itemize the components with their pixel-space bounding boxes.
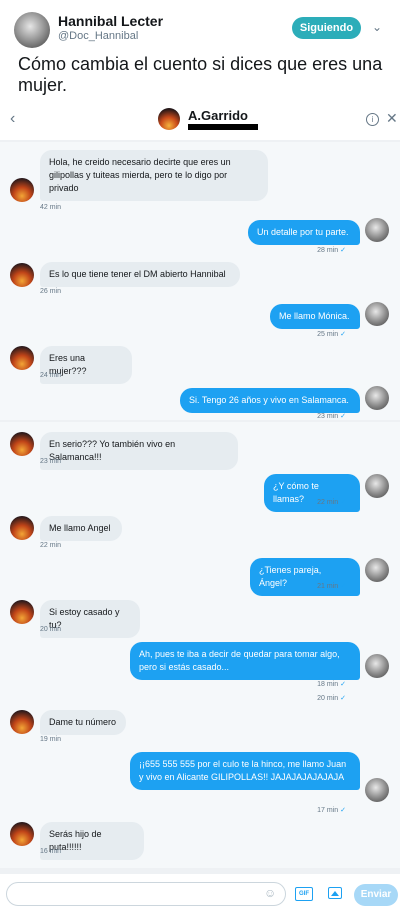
message-input[interactable] [6,882,286,906]
gif-button[interactable]: GIF [295,887,313,901]
message-timestamp: 23 min [317,413,339,420]
message-timestamp: 21 min [317,583,339,590]
message-timestamp: 16 min [40,848,62,855]
send-button[interactable]: Enviar [354,884,398,906]
message-bubble-incoming: Dame tu número [40,710,126,735]
message-timestamp: 26 min [40,288,62,295]
contact-avatar [10,346,34,370]
contact-avatar [10,178,34,202]
user-avatar [365,386,389,410]
user-avatar [365,778,389,802]
dm-header: ‹ A.Garrido i ✕ [0,100,400,140]
check-icon: ✓ [340,695,346,702]
contact-avatar [10,432,34,456]
following-button[interactable]: Siguiendo [292,17,361,39]
chevron-down-icon[interactable]: ⌄ [372,20,382,34]
image-icon[interactable] [328,887,342,899]
message-bubble-outgoing: Ah, pues te iba a decir de quedar para t… [130,642,360,680]
message-timestamp: 17 min [317,807,339,814]
info-icon[interactable]: i [366,113,379,126]
message-bubble-outgoing: Me llamo Mónica. [270,304,360,329]
message-bubble-outgoing: Un detalle por tu parte. [248,220,360,245]
message-bubble-outgoing: ¿Tienes pareja, Ángel? [250,558,360,596]
back-icon[interactable]: ‹ [10,110,15,128]
user-avatar [365,302,389,326]
author-avatar[interactable] [14,12,50,48]
message-bubble-incoming: Hola, he creido necesario decirte que er… [40,150,268,201]
message-timestamp: 42 min [40,204,62,211]
contact-avatar [10,822,34,846]
message-timestamp: 19 min [40,736,62,743]
check-icon: ✓ [340,331,346,338]
message-timestamp: 25 min [317,331,339,338]
contact-name[interactable]: A.Garrido [188,108,248,123]
message-timestamp: 20 min [40,626,62,633]
user-avatar [365,474,389,498]
check-icon: ✓ [340,499,346,506]
contact-avatar [10,263,34,287]
contact-avatar[interactable] [158,108,180,130]
emoji-icon[interactable]: ☺ [264,886,276,900]
message-bubble-incoming: Me llamo Angel [40,516,122,541]
check-icon: ✓ [340,807,346,814]
message-bubble-outgoing: ¡¡655 555 555 por el culo te la hinco, m… [130,752,360,790]
message-timestamp: 22 min [40,542,62,549]
message-bubble-incoming: En serio??? Yo también vivo en Salamanca… [40,432,238,470]
message-timestamp: 20 min [317,695,339,702]
user-avatar [365,654,389,678]
contact-avatar [10,516,34,540]
message-bubble-outgoing: ¿Y cómo te llamas? [264,474,360,512]
contact-avatar [10,710,34,734]
message-bubble-incoming: Es lo que tiene tener el DM abierto Hann… [40,262,240,287]
message-bubble-outgoing: Si. Tengo 26 años y vivo en Salamanca. [180,388,360,413]
message-timestamp: 22 min [317,499,339,506]
user-avatar [365,218,389,242]
contact-avatar [10,600,34,624]
check-icon: ✓ [340,247,346,254]
author-handle[interactable]: @Doc_Hannibal [58,30,138,42]
message-timestamp: 28 min [317,247,339,254]
tweet-header: Hannibal Lecter @Doc_Hannibal Siguiendo … [0,0,400,100]
check-icon: ✓ [340,681,346,688]
message-timestamp: 23 min [40,458,62,465]
check-icon: ✓ [340,413,346,420]
redaction-bar [188,124,258,130]
conversation-panel: Hola, he creido necesario decirte que er… [0,142,400,420]
author-name[interactable]: Hannibal Lecter [58,13,163,29]
dm-screenshot: ‹ A.Garrido i ✕ Hola, he creido necesari… [0,100,400,914]
conversation-panel: En serio??? Yo también vivo en Salamanca… [0,422,400,868]
close-icon[interactable]: ✕ [386,110,398,127]
message-timestamp: 24 min [40,372,62,379]
user-avatar [365,558,389,582]
check-icon: ✓ [340,583,346,590]
tweet-text: Cómo cambia el cuento si dices que eres … [18,54,383,95]
message-composer: ☺ GIF Enviar [0,874,400,914]
message-timestamp: 18 min [317,681,339,688]
